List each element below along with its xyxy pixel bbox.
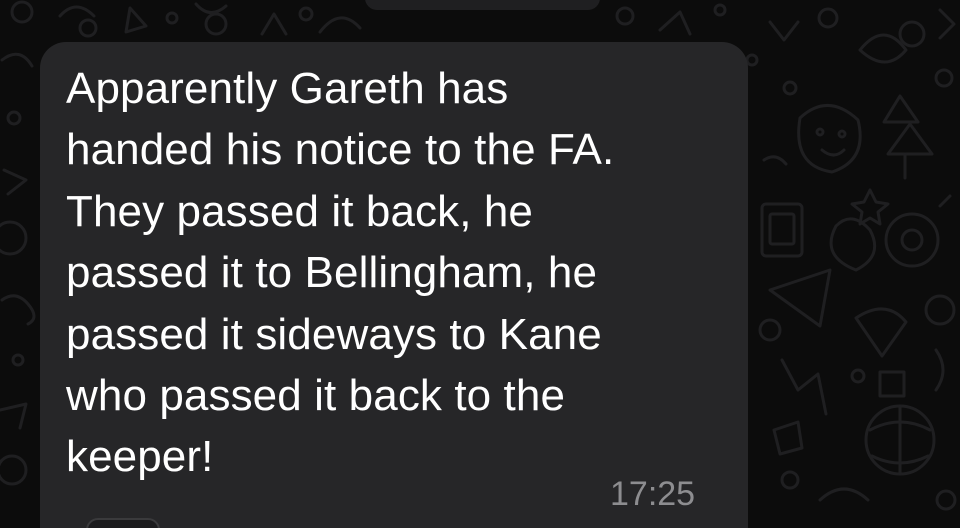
previous-message-edge: [365, 0, 600, 10]
chat-area[interactable]: Apparently Gareth has handed his notice …: [0, 0, 960, 528]
message-text: Apparently Gareth has handed his notice …: [66, 64, 615, 482]
message-timestamp: 17:25: [610, 475, 696, 513]
reaction-pill[interactable]: [86, 518, 160, 528]
